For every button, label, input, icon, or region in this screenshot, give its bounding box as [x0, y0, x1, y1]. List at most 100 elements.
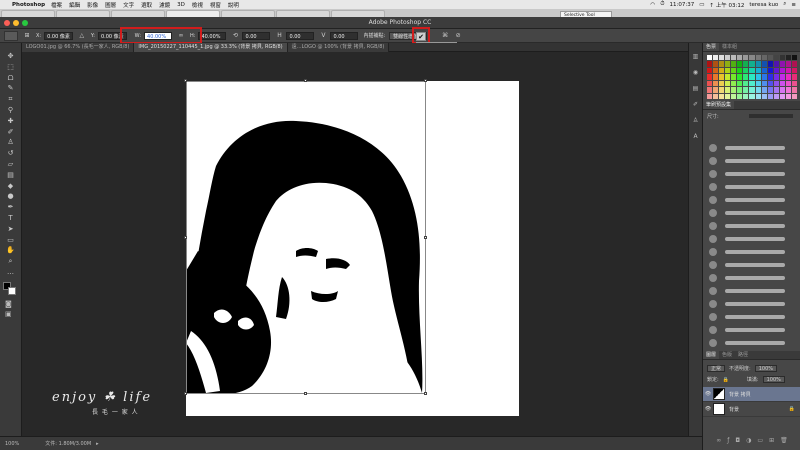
color-swatch[interactable] [773, 80, 779, 87]
clock-text[interactable]: ↑ 上午 03:12 [709, 1, 744, 9]
transform-handle-top-left[interactable] [184, 79, 187, 82]
color-swatch[interactable] [731, 87, 737, 93]
color-swatch[interactable] [773, 61, 779, 67]
brush-preset[interactable] [709, 144, 793, 152]
eyedropper-tool-icon[interactable]: ⚲ [5, 106, 17, 114]
quick-select-tool-icon[interactable]: ✎ [5, 85, 17, 92]
brush-preset[interactable] [709, 274, 793, 282]
color-swatch[interactable] [749, 74, 755, 80]
color-swatch[interactable] [767, 67, 773, 74]
color-swatch[interactable] [719, 87, 725, 93]
color-swatch[interactable] [779, 80, 785, 87]
pen-tool-icon[interactable]: ✒ [5, 204, 17, 211]
color-swatch[interactable] [749, 80, 755, 87]
transform-handle-middle-left[interactable] [184, 236, 187, 239]
tab-styles[interactable]: 樣本組 [719, 43, 740, 51]
color-swatch[interactable] [761, 74, 767, 80]
color-swatch[interactable] [779, 87, 785, 93]
color-swatch[interactable] [737, 93, 743, 99]
brush-preset[interactable] [709, 157, 793, 165]
color-swatch[interactable] [749, 93, 755, 99]
screen-mode-icon[interactable]: ▣ [5, 310, 12, 318]
folder-icon[interactable]: ▭ [757, 437, 763, 447]
color-swatch[interactable] [767, 93, 773, 99]
color-swatch[interactable] [713, 93, 719, 99]
height-percent-field[interactable]: 40.00% [198, 31, 227, 40]
color-swatch[interactable] [767, 80, 773, 87]
tab-layers[interactable]: 圖層 [703, 351, 720, 359]
doc-tab[interactable]: LOGO01.jpg @ 66.7% (長毛一家人, RGB/8) [22, 43, 135, 52]
menu-type[interactable]: 文字 [123, 1, 134, 9]
color-swatch[interactable] [785, 80, 791, 87]
tab-swatches[interactable]: 色票 [703, 43, 720, 51]
color-swatch[interactable] [785, 87, 791, 93]
layer-row[interactable]: 👁 背景 🔒 [703, 402, 800, 417]
eye-icon[interactable]: 👁 [703, 391, 713, 397]
color-swatch[interactable] [713, 61, 719, 67]
zoom-tool-icon[interactable]: ⌕ [5, 258, 17, 265]
color-swatch[interactable] [779, 67, 785, 74]
color-swatch[interactable] [791, 61, 797, 67]
color-swatch[interactable] [761, 55, 767, 61]
type-tool-icon[interactable]: T [5, 214, 17, 222]
menu-3d[interactable]: 3D [177, 2, 185, 8]
color-swatch[interactable] [743, 55, 749, 61]
brush-preset[interactable] [709, 300, 793, 308]
color-swatch[interactable] [779, 61, 785, 67]
color-swatch[interactable] [773, 93, 779, 99]
character-panel-icon[interactable]: A [691, 133, 700, 141]
zoom-level[interactable]: 100% [5, 441, 19, 447]
browser-tab[interactable] [111, 10, 165, 17]
document-size[interactable]: 文件: 1.80M/3.00M [45, 440, 91, 447]
color-swatch[interactable] [791, 93, 797, 99]
browser-tab[interactable] [331, 10, 385, 17]
move-tool-icon[interactable]: ✥ [5, 53, 17, 60]
color-swatch[interactable] [737, 55, 743, 61]
color-swatch[interactable] [725, 55, 731, 61]
battery-icon[interactable]: ▭ [699, 2, 704, 8]
color-swatch[interactable] [719, 55, 725, 61]
transform-handle-top-center[interactable] [304, 79, 307, 82]
history-panel-icon[interactable]: ▥ [691, 53, 700, 61]
color-swatch[interactable] [773, 55, 779, 61]
color-swatch[interactable] [737, 61, 743, 67]
brush-preset[interactable] [709, 287, 793, 295]
dodge-tool-icon[interactable]: ● [5, 193, 17, 200]
eraser-tool-icon[interactable]: ▱ [5, 160, 17, 168]
color-swatch[interactable] [731, 61, 737, 67]
brush-preset[interactable] [709, 196, 793, 204]
quick-mask-icon[interactable]: ◙ [5, 300, 12, 308]
brush-preset[interactable] [709, 183, 793, 191]
layer-row[interactable]: 👁 背景 拷貝 [703, 387, 800, 402]
color-swatch[interactable] [725, 87, 731, 93]
color-swatch[interactable] [773, 67, 779, 74]
color-swatch[interactable] [707, 74, 713, 80]
color-swatch[interactable] [791, 67, 797, 74]
menu-select[interactable]: 選取 [141, 1, 152, 9]
color-swatch[interactable] [707, 80, 713, 87]
mask-icon[interactable]: ◘ [735, 437, 740, 447]
opacity-field[interactable]: 100% [754, 365, 777, 372]
relative-position-icon[interactable]: △ [78, 32, 86, 40]
tab-paths[interactable]: 路徑 [735, 351, 751, 359]
confirm-transform-button[interactable]: ✔ [416, 32, 426, 41]
layer-name[interactable]: 背景 [729, 406, 739, 413]
browser-tab[interactable] [1, 10, 55, 17]
color-swatch[interactable] [791, 55, 797, 61]
list-icon[interactable]: ≡ [791, 2, 796, 8]
browser-tab[interactable] [166, 10, 220, 17]
transform-handle-bottom-right[interactable] [424, 392, 427, 395]
shape-tool-icon[interactable]: ▭ [5, 236, 17, 244]
brush-preset[interactable] [709, 209, 793, 217]
color-swatch[interactable] [713, 80, 719, 87]
fx-icon[interactable]: ƒ [727, 437, 729, 447]
menu-edit[interactable]: 編輯 [69, 1, 80, 9]
trash-icon[interactable]: 🗑 [780, 437, 788, 447]
menu-help[interactable]: 說明 [228, 1, 239, 9]
brush-preset[interactable] [709, 170, 793, 178]
color-swatch[interactable] [719, 74, 725, 80]
brush-preset[interactable] [709, 248, 793, 256]
crop-tool-icon[interactable]: ⌗ [5, 96, 17, 103]
color-swatch[interactable] [707, 61, 713, 67]
color-swatch[interactable] [737, 87, 743, 93]
